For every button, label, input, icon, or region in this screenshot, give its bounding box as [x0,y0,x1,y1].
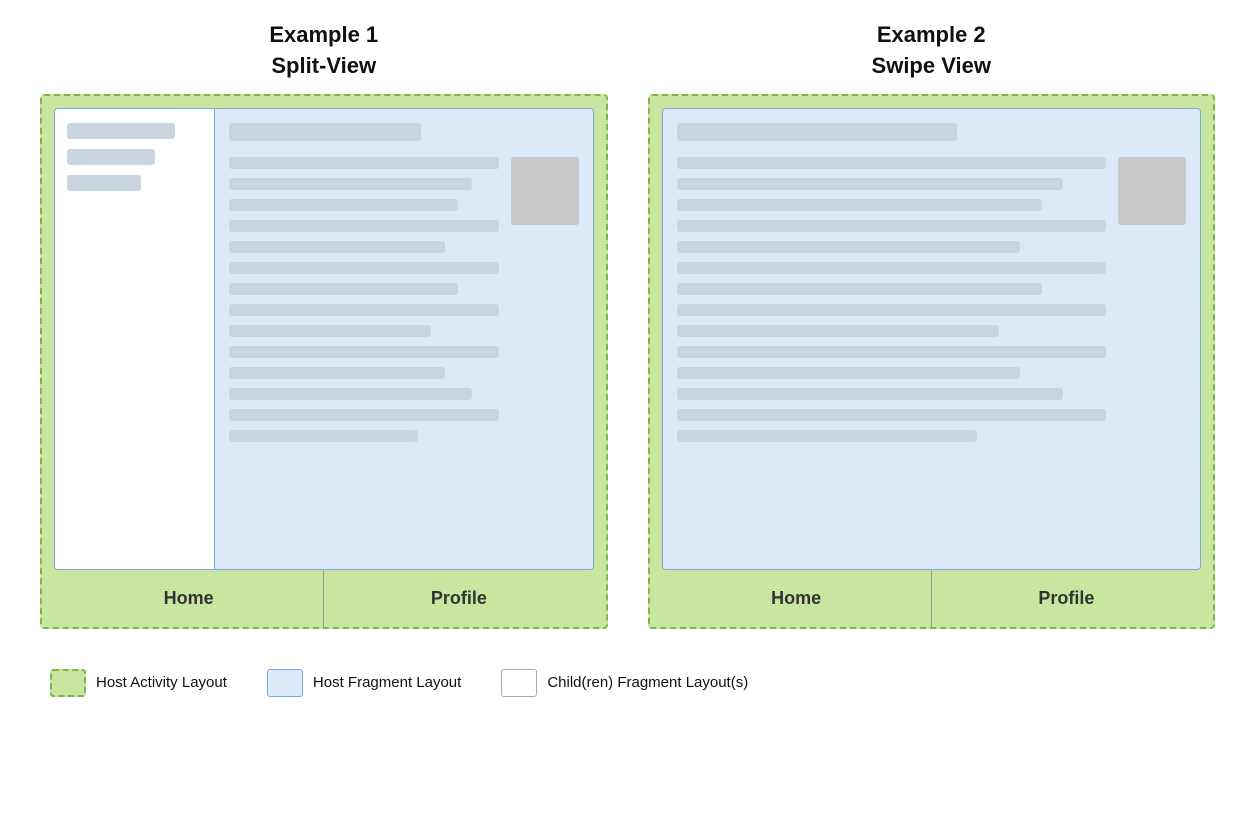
content-body [229,157,579,555]
split-sidebar [55,109,215,569]
swipe-line-1 [677,157,1107,169]
line-14 [229,430,418,442]
example1-block: Example 1 Split-View [40,20,608,629]
swipe-line-7 [677,283,1042,295]
swipe-line-9 [677,325,999,337]
legend-item-2: Host Fragment Layout [267,669,461,697]
line-1 [229,157,499,169]
legend-item-1: Host Activity Layout [50,669,227,697]
swipe-line-5 [677,241,1021,253]
content-lines [229,157,499,555]
swipe-line-14 [677,430,978,442]
legend-label-3: Child(ren) Fragment Layout(s) [547,674,748,691]
legend-label-2: Host Fragment Layout [313,674,461,691]
example2-nav-bar: Home Profile [662,570,1202,627]
line-6 [229,262,499,274]
line-4 [229,220,499,232]
line-8 [229,304,499,316]
legend-label-1: Host Activity Layout [96,674,227,691]
swipe-line-4 [677,220,1107,232]
line-7 [229,283,458,295]
swipe-line-6 [677,262,1107,274]
content-image [511,157,579,225]
swipe-content-lines [677,157,1107,555]
examples-row: Example 1 Split-View [20,20,1235,629]
example2-title: Example 2 Swipe View [872,20,991,82]
swipe-line-12 [677,388,1064,400]
example1-nav-profile-label: Profile [431,588,487,608]
example1-nav-home[interactable]: Home [54,570,323,627]
example2-nav-home[interactable]: Home [662,570,931,627]
sidebar-item-2 [67,149,155,165]
example1-title-line2: Split-View [269,51,378,82]
line-11 [229,367,445,379]
swipe-line-13 [677,409,1107,421]
page-container: Example 1 Split-View [20,20,1235,707]
example2-blue-container: ‹ › [662,108,1202,570]
example2-nav-home-label: Home [771,588,821,608]
split-content [215,109,593,569]
example2-title-line2: Swipe View [872,51,991,82]
example1-green-container: Home Profile [40,94,608,629]
line-13 [229,409,499,421]
legend-box-white [501,669,537,697]
swipe-line-2 [677,178,1064,190]
line-12 [229,388,472,400]
swipe-line-8 [677,304,1107,316]
legend-box-blue [267,669,303,697]
example1-nav-bar: Home Profile [54,570,594,627]
legend-box-green [50,669,86,697]
example2-green-container: ‹ › [648,94,1216,629]
swipe-inner [663,109,1201,569]
line-10 [229,346,499,358]
example2-nav-profile[interactable]: Profile [932,570,1201,627]
swipe-line-3 [677,199,1042,211]
example1-nav-home-label: Home [164,588,214,608]
line-3 [229,199,458,211]
legend: Host Activity Layout Host Fragment Layou… [20,659,1235,707]
split-inner [55,109,593,569]
swipe-content-image [1118,157,1186,225]
swipe-content-body [677,157,1187,555]
swipe-content-header [677,123,957,141]
example1-title-line1: Example 1 [269,20,378,51]
line-9 [229,325,431,337]
example2-nav-profile-label: Profile [1038,588,1094,608]
example1-blue-container [54,108,594,570]
swipe-line-10 [677,346,1107,358]
legend-item-3: Child(ren) Fragment Layout(s) [501,669,748,697]
content-header [229,123,421,141]
example1-title: Example 1 Split-View [269,20,378,82]
sidebar-item-1 [67,123,175,139]
swipe-line-11 [677,367,1021,379]
line-2 [229,178,472,190]
sidebar-item-3 [67,175,141,191]
example1-nav-profile[interactable]: Profile [324,570,593,627]
line-5 [229,241,445,253]
example2-title-line1: Example 2 [872,20,991,51]
example2-block: Example 2 Swipe View ‹ › [648,20,1216,629]
